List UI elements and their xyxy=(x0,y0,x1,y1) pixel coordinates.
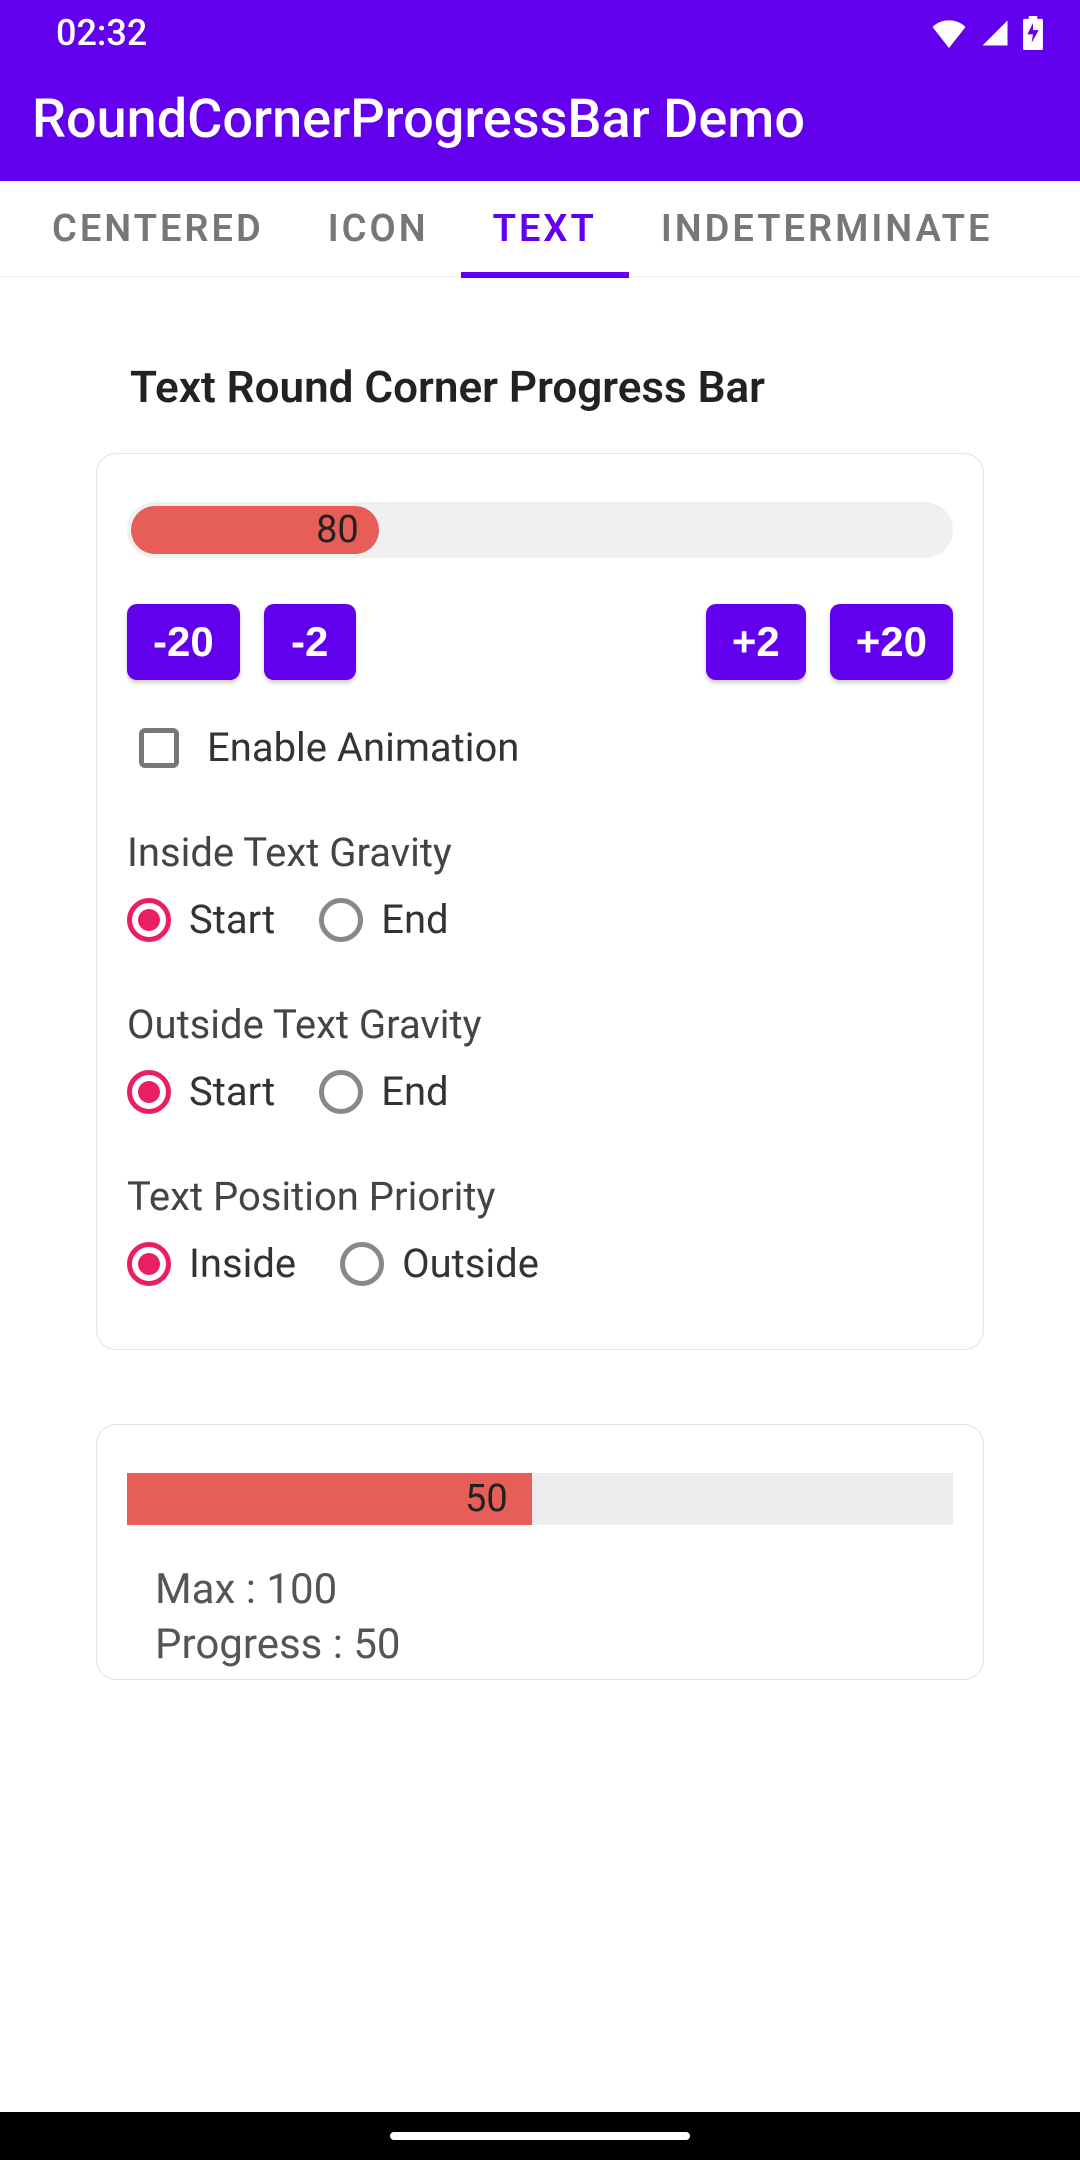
max-value-text: Max : 100 xyxy=(155,1565,953,1614)
priority-group: Inside Outside xyxy=(127,1240,953,1287)
progress-bar-2: 50 xyxy=(127,1473,953,1525)
tab-bar: Centered Icon Text Indeterminate xyxy=(0,181,1080,277)
tab-text[interactable]: Text xyxy=(461,181,629,277)
enable-animation-checkbox[interactable] xyxy=(139,728,179,768)
status-bar: 02:32 xyxy=(0,0,1080,66)
card-progress-controls: 80 -20 -2 +2 +20 Enable Animation Inside… xyxy=(96,453,984,1350)
inside-gravity-end-radio[interactable] xyxy=(319,898,363,942)
signal-icon xyxy=(978,18,1012,48)
nav-bar xyxy=(0,2112,1080,2160)
tab-icon[interactable]: Icon xyxy=(296,181,461,277)
status-time: 02:32 xyxy=(56,12,147,54)
app-title: RoundCornerProgressBar Demo xyxy=(32,88,805,151)
inc-2-button[interactable]: +2 xyxy=(706,604,806,680)
priority-inside-label: Inside xyxy=(189,1240,296,1287)
progress-bar-1-fill: 80 xyxy=(131,506,379,554)
inside-gravity-group: Start End xyxy=(127,896,953,943)
priority-outside-label: Outside xyxy=(402,1240,539,1287)
outside-gravity-group: Start End xyxy=(127,1068,953,1115)
dec-2-button[interactable]: -2 xyxy=(264,604,356,680)
outside-gravity-end-label: End xyxy=(381,1068,448,1115)
progress-bar-2-text: 50 xyxy=(465,1477,508,1521)
outside-gravity-label: Outside Text Gravity xyxy=(127,1001,953,1048)
card-progress-stats: 50 Max : 100 Progress : 50 xyxy=(96,1424,984,1680)
priority-inside-radio[interactable] xyxy=(127,1242,171,1286)
wifi-icon xyxy=(930,18,968,48)
outside-gravity-start-radio[interactable] xyxy=(127,1070,171,1114)
inc-20-button[interactable]: +20 xyxy=(830,604,953,680)
priority-label: Text Position Priority xyxy=(127,1173,953,1220)
progress-bar-1-text: 80 xyxy=(316,508,359,552)
outside-gravity-end-radio[interactable] xyxy=(319,1070,363,1114)
battery-icon xyxy=(1022,16,1044,50)
spacer xyxy=(380,604,682,680)
tab-indeterminate[interactable]: Indeterminate xyxy=(629,181,1025,277)
tab-centered[interactable]: Centered xyxy=(20,181,296,277)
dec-20-button[interactable]: -20 xyxy=(127,604,240,680)
enable-animation-label: Enable Animation xyxy=(207,724,519,771)
inside-gravity-start-label: Start xyxy=(189,896,275,943)
status-icons xyxy=(930,16,1044,50)
inside-gravity-end-label: End xyxy=(381,896,448,943)
content-area: Text Round Corner Progress Bar 80 -20 -2… xyxy=(0,277,1080,2160)
priority-outside-radio[interactable] xyxy=(340,1242,384,1286)
progress-value-text: Progress : 50 xyxy=(155,1620,953,1669)
app-bar: RoundCornerProgressBar Demo xyxy=(0,66,1080,181)
increment-buttons-row: -20 -2 +2 +20 xyxy=(127,604,953,680)
outside-gravity-start-label: Start xyxy=(189,1068,275,1115)
inside-gravity-start-radio[interactable] xyxy=(127,898,171,942)
nav-handle-icon[interactable] xyxy=(390,2132,690,2140)
section-title: Text Round Corner Progress Bar xyxy=(130,361,1046,413)
progress-bar-1: 80 xyxy=(127,502,953,558)
inside-gravity-label: Inside Text Gravity xyxy=(127,829,953,876)
enable-animation-row[interactable]: Enable Animation xyxy=(127,724,953,771)
progress-bar-2-fill: 50 xyxy=(127,1473,532,1525)
